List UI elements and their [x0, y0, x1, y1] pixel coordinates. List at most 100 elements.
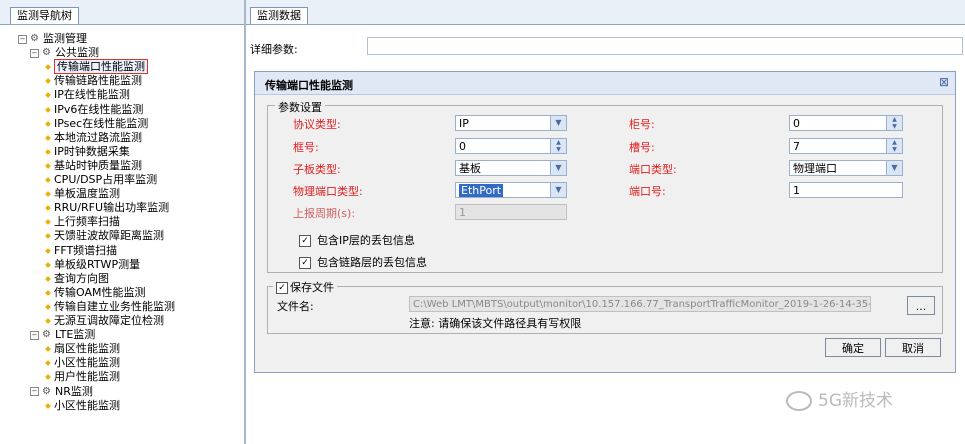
- tree-group[interactable]: − ⚙ LTE监测: [30, 328, 95, 341]
- item-bullet-icon: [45, 134, 51, 141]
- report-period-label: 上报周期(s):: [293, 207, 356, 220]
- collapse-toggle-icon[interactable]: −: [30, 387, 39, 396]
- ok-button[interactable]: 确定: [825, 338, 881, 357]
- chevron-down-icon[interactable]: ▼: [550, 161, 566, 175]
- include-link-loss-checkbox[interactable]: ✓ 包含链路层的丢包信息: [299, 254, 427, 270]
- cabinet-no-stepper[interactable]: 0 ▲ ▼: [789, 115, 903, 131]
- slot-no-stepper[interactable]: 7 ▲ ▼: [789, 138, 903, 154]
- file-path-field: C:\Web LMT\MBTS\output\monitor\10.157.16…: [409, 296, 871, 312]
- cancel-button[interactable]: 取消: [885, 338, 941, 357]
- tree-item-label: FFT频谱扫描: [54, 243, 118, 257]
- tree-item-label: IP时钟数据采集: [54, 144, 130, 158]
- collapse-toggle-icon[interactable]: −: [30, 48, 39, 58]
- tab-monitor-data[interactable]: 监测数据: [250, 7, 308, 24]
- close-icon[interactable]: ⊠: [939, 75, 949, 89]
- monitor-data-panel: 监测数据 详细参数: 传输端口性能监测 ⊠ 参数设置 协议类型: IP ▼ 框号:…: [246, 0, 965, 444]
- frame-no-stepper[interactable]: 0 ▲ ▼: [455, 138, 567, 154]
- frame-no-label: 框号:: [293, 141, 319, 154]
- tree-item[interactable]: RRU/RFU输出功率监测: [45, 201, 169, 214]
- tree-item[interactable]: 单板级RTWP测量: [45, 257, 141, 271]
- tree-item[interactable]: IP在线性能监测: [45, 88, 130, 101]
- include-link-loss-label: 包含链路层的丢包信息: [317, 256, 427, 269]
- protocol-type-select[interactable]: IP ▼: [455, 115, 567, 131]
- detail-params-field[interactable]: [367, 37, 963, 55]
- report-period-field: 1: [455, 204, 567, 220]
- folder-gear-icon: ⚙: [42, 47, 51, 59]
- checkbox-checked-icon[interactable]: ✓: [299, 257, 311, 269]
- tree-item-label: 单板级RTWP测量: [54, 257, 141, 271]
- item-bullet-icon: [45, 64, 51, 71]
- item-bullet-icon: [45, 275, 51, 282]
- tree-item[interactable]: 查询方向图: [45, 272, 109, 285]
- item-bullet-icon: [45, 374, 51, 381]
- subboard-type-select[interactable]: 基板 ▼: [455, 160, 567, 176]
- item-bullet-icon: [45, 247, 51, 254]
- tree-item[interactable]: 用户性能监测: [45, 370, 120, 383]
- tree-item-label: 小区性能监测: [54, 356, 120, 370]
- tree-item[interactable]: 传输OAM性能监测: [45, 285, 146, 299]
- save-file-checkbox[interactable]: ✓ 保存文件: [273, 279, 337, 295]
- spin-icon[interactable]: ▲ ▼: [886, 139, 902, 153]
- chevron-down-icon[interactable]: ▼: [550, 183, 566, 197]
- tree-item-label: 上行频率扫描: [54, 215, 120, 229]
- tree-item[interactable]: IPv6在线性能监测: [45, 103, 143, 116]
- tree-item[interactable]: 天馈驻波故障距离监测: [45, 229, 164, 243]
- navigation-tree-panel: 监测导航树 − ⚙ 监测管理 − ⚙ 公共监测 传输端口性能监测 传输链路性能监测 IP在线性能…: [0, 0, 244, 444]
- item-bullet-icon: [45, 163, 51, 169]
- wechat-icon: [786, 391, 812, 411]
- detail-params-label: 详细参数:: [250, 43, 298, 56]
- include-ip-loss-label: 包含IP层的丢包信息: [317, 234, 415, 247]
- tree-item[interactable]: 传输链路性能监测: [45, 74, 142, 87]
- tree-item[interactable]: 上行频率扫描: [45, 215, 120, 229]
- tree-item-label: 无源互调故障定位检测: [54, 314, 164, 327]
- item-bullet-icon: [45, 346, 51, 353]
- tree-item[interactable]: 单板温度监测: [45, 187, 120, 200]
- tree-item[interactable]: 无源互调故障定位检测: [45, 314, 164, 327]
- chevron-down-icon[interactable]: ▼: [550, 116, 566, 130]
- collapse-toggle-icon[interactable]: −: [18, 34, 27, 44]
- tree-item[interactable]: 传输自建立业务性能监测: [45, 300, 175, 313]
- include-ip-loss-checkbox[interactable]: ✓ 包含IP层的丢包信息: [299, 232, 415, 248]
- tree-item[interactable]: 小区性能监测: [45, 399, 120, 412]
- tree-item[interactable]: 基站时钟质量监测: [45, 158, 142, 172]
- tree-group[interactable]: − ⚙ 监测管理: [18, 32, 87, 45]
- cabinet-no-label: 柜号:: [629, 118, 655, 131]
- right-tabbar: 监测数据: [246, 0, 965, 25]
- tree-item[interactable]: 扇区性能监测: [45, 342, 120, 355]
- tree-item[interactable]: 小区性能监测: [45, 356, 120, 370]
- checkbox-checked-icon[interactable]: ✓: [276, 282, 288, 294]
- tree-group[interactable]: − ⚙ NR监测: [30, 385, 93, 398]
- spin-icon[interactable]: ▲ ▼: [886, 116, 902, 130]
- spin-icon[interactable]: ▲ ▼: [550, 139, 566, 153]
- port-no-field[interactable]: 1: [789, 182, 903, 198]
- tab-navigation-tree[interactable]: 监测导航树: [10, 7, 79, 24]
- port-type-select[interactable]: 物理端口 ▼: [789, 160, 903, 176]
- browse-button[interactable]: ...: [907, 296, 935, 315]
- phys-port-type-select[interactable]: EthPort ▼: [455, 182, 567, 198]
- tree-item[interactable]: FFT频谱扫描: [45, 243, 118, 257]
- tree-item-label: 公共监测: [55, 46, 99, 60]
- tree-item-label: 传输端口性能监测: [54, 59, 148, 75]
- tree-item-label: NR监测: [55, 384, 93, 398]
- params-group-title: 参数设置: [275, 99, 325, 115]
- write-permission-note: 注意: 请确保该文件路径具有写权限: [409, 317, 582, 330]
- tree-item-label: 基站时钟质量监测: [54, 158, 142, 172]
- tree-item-label: 天馈驻波故障距离监测: [54, 229, 164, 243]
- tree-item[interactable]: CPU/DSP占用率监测: [45, 173, 157, 186]
- protocol-type-label: 协议类型:: [293, 118, 341, 131]
- checkbox-checked-icon[interactable]: ✓: [299, 235, 311, 247]
- tree-item[interactable]: 本地流过路流监测: [45, 130, 142, 144]
- tree-item[interactable]: IP时钟数据采集: [45, 144, 130, 158]
- tree-item[interactable]: 传输端口性能监测: [45, 59, 148, 75]
- item-bullet-icon: [45, 304, 51, 310]
- tree-item-label: 传输OAM性能监测: [54, 285, 146, 299]
- tree-group[interactable]: − ⚙ 公共监测: [30, 46, 99, 59]
- tree-item[interactable]: IPsec在线性能监测: [45, 117, 148, 130]
- chevron-down-icon[interactable]: ▼: [886, 161, 902, 175]
- tree-item-label: 本地流过路流监测: [54, 130, 142, 144]
- folder-gear-icon: ⚙: [42, 385, 51, 397]
- item-bullet-icon: [45, 106, 51, 113]
- collapse-toggle-icon[interactable]: −: [30, 330, 39, 340]
- phys-port-type-label: 物理端口类型:: [293, 185, 363, 198]
- item-bullet-icon: [45, 92, 51, 99]
